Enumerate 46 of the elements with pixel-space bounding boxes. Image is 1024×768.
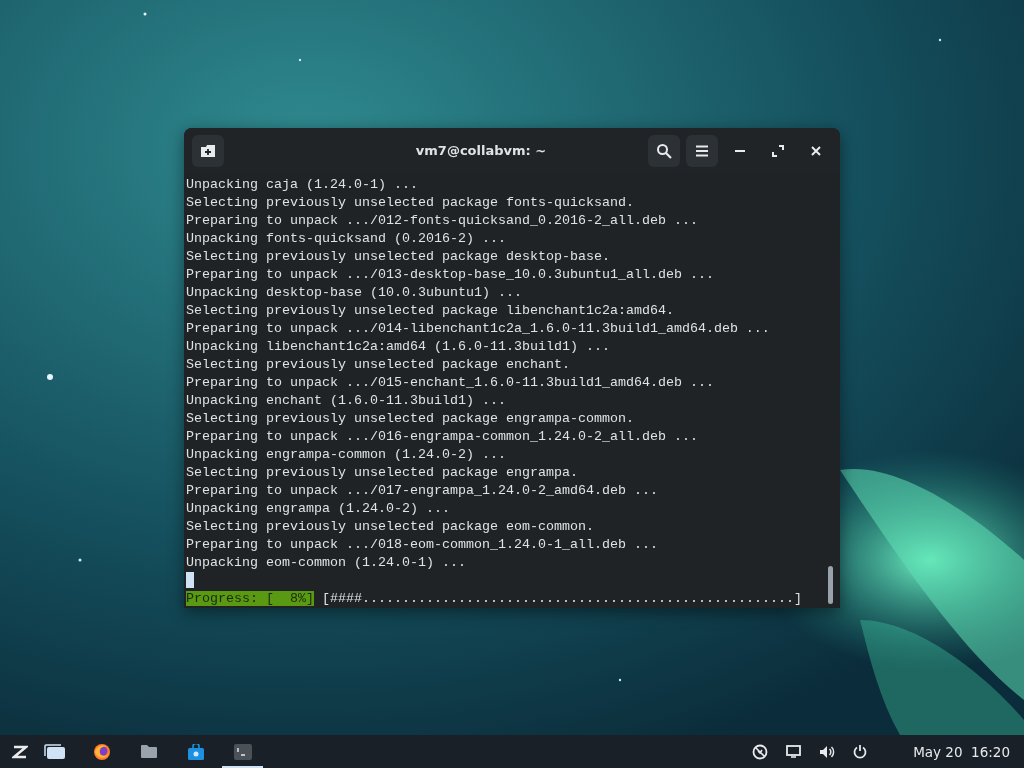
new-tab-icon (200, 143, 216, 158)
fox-globe-icon (92, 742, 111, 761)
close-icon (811, 145, 821, 156)
menu-icon (695, 144, 709, 157)
volume-icon[interactable] (819, 744, 836, 759)
terminal-line: Preparing to unpack .../013-desktop-base_10.0.3ubuntu1_all.deb ... (186, 266, 715, 284)
clock[interactable]: May 20 16:20 (913, 743, 1014, 760)
terminal-line: Selecting previously unselected package fonts-quicksand. (186, 194, 635, 212)
terminal-line: Unpacking fonts-quicksand (0.2016-2) ... (186, 230, 507, 248)
terminal-line: Preparing to unpack .../016-engrampa-common_1.24.0-2_all.deb ... (186, 428, 699, 446)
text-cursor-icon (186, 572, 194, 589)
power-icon[interactable] (853, 744, 868, 759)
shopping-bag-icon (186, 743, 205, 760)
windows-icon (43, 743, 66, 760)
network-off-icon[interactable] (752, 743, 769, 760)
terminal-line: Preparing to unpack .../017-engrampa_1.24.0-2_amd64.deb ... (186, 482, 659, 500)
screen-icon[interactable] (786, 745, 802, 758)
terminal-line: Unpacking engrampa-common (1.24.0-2) ... (186, 446, 507, 464)
maximize-icon (772, 144, 784, 157)
terminal-line: Preparing to unpack .../018-eom-common_1.24.0-1_all.deb ... (186, 536, 659, 554)
terminal-icon (233, 743, 252, 760)
new-tab-button[interactable] (192, 134, 224, 167)
terminal-line: Unpacking desktop-base (10.0.3ubuntu1) ... (186, 284, 523, 302)
terminal-line: Preparing to unpack .../015-enchant_1.6.0-11.3build1_amd64.deb ... (186, 374, 715, 392)
terminal-line: Unpacking eom-common (1.24.0-1) ... (186, 554, 467, 572)
app-menu-icon[interactable] (12, 744, 28, 759)
folder-icon (139, 744, 158, 759)
terminal-line: Selecting previously unselected package libenchant1c2a:amd64. (186, 302, 675, 320)
terminal-line: Selecting previously unselected package engrampa-common. (186, 410, 635, 428)
search-button[interactable] (648, 134, 680, 167)
terminal-line: Selecting previously unselected package engrampa. (186, 464, 579, 482)
terminal-line: Unpacking enchant (1.6.0-11.3build1) ... (186, 392, 507, 410)
terminal-line: Preparing to unpack .../012-fonts-quicksand_0.2016-2_all.deb ... (186, 212, 699, 230)
minimize-icon (735, 149, 745, 152)
search-icon (656, 142, 672, 159)
progress-bar-text: [####......................................................] (322, 591, 802, 606)
terminal-line: Selecting previously unselected package eom-common. (186, 518, 595, 536)
terminal-line: Unpacking caja (1.24.0-1) ... (186, 176, 419, 194)
menu-button[interactable] (686, 134, 718, 167)
progress-label: Progress: [ 8%] (186, 591, 314, 606)
terminal-line: Selecting previously unselected package enchant. (186, 356, 571, 374)
terminal-line: Unpacking engrampa (1.24.0-2) ... (186, 500, 451, 518)
terminal-line: Unpacking libenchant1c2a:amd64 (1.6.0-11.3build1) ... (186, 338, 611, 356)
window-title: vm7@collabvm: ~ (414, 143, 548, 158)
terminal-line: Selecting previously unselected package desktop-base. (186, 248, 611, 266)
terminal-line: Preparing to unpack .../014-libenchant1c2a_1.6.0-11.3build1_amd64.deb ... (186, 320, 771, 338)
